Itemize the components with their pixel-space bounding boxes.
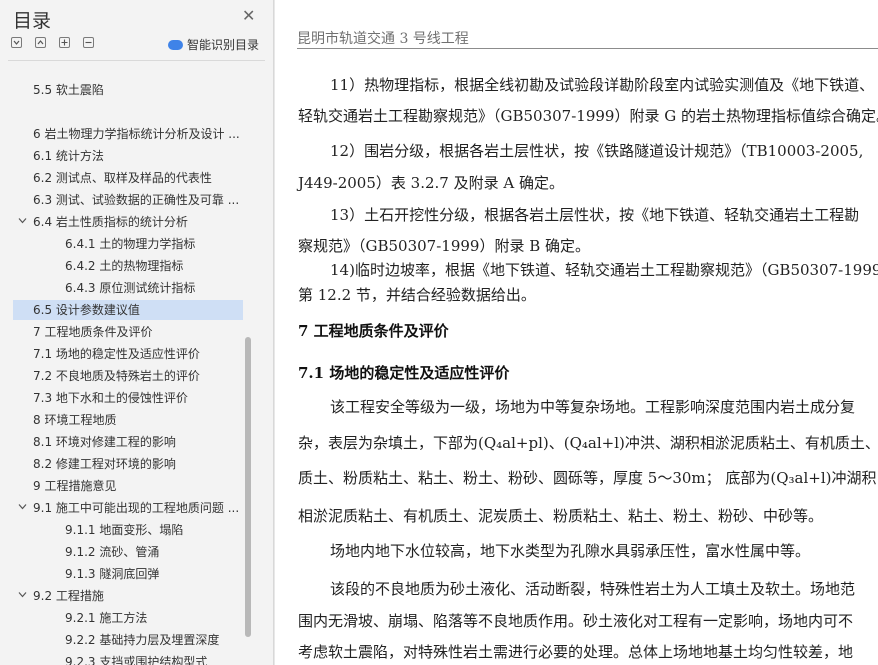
- text-line: 14)临时边坡率，根据《地下铁道、轻轨交通岩土工程勘察规范》（GB50307-1…: [330, 261, 878, 279]
- toc-item-label: 9.1.3 隧洞底回弹: [65, 567, 160, 581]
- subsection-heading: 7.1 场地的稳定性及适应性评价: [298, 364, 510, 382]
- toc-item-label: 9.1.1 地面变形、塌陷: [65, 523, 184, 537]
- page-header: 昆明市轨道交通 3 号线工程: [297, 31, 469, 47]
- toc-item-label: 8 环境工程地质: [33, 413, 117, 427]
- toc-item[interactable]: 9.1.3 隧洞底回弹: [65, 564, 243, 584]
- toc-item[interactable]: 9 工程措施意见: [33, 476, 243, 496]
- chevron-down-icon[interactable]: [18, 502, 27, 514]
- toc-item[interactable]: 9.2 工程措施: [33, 586, 243, 606]
- text-line: 场地内地下水位较高，地下水类型为孔隙水具弱承压性，富水性属中等。: [330, 542, 811, 560]
- text-line: 相淤泥质粘土、有机质土、泥炭质土、粉质粘土、粘土、粉土、粉砂、中砂等。: [298, 507, 824, 525]
- toc-item[interactable]: 7.2 不良地质及特殊岩土的评价: [33, 366, 243, 386]
- toc-item-label: 8.2 修建工程对环境的影响: [33, 457, 176, 471]
- toc-item-label: 9.2.1 施工方法: [65, 611, 148, 625]
- smart-label: 智能识别目录: [187, 38, 260, 52]
- text-line: 13）土石开挖性分级，根据各岩土层性状，按《地下铁道、轻轨交通岩土工程勘: [330, 206, 860, 224]
- toc-item[interactable]: 8.1 环境对修建工程的影响: [33, 432, 243, 452]
- toc-item-label: 6.4.1 土的物理力学指标: [65, 237, 196, 251]
- toc-item-label: 6.1 统计方法: [33, 149, 104, 163]
- toc-item[interactable]: 6.4.2 土的热物理指标: [65, 256, 243, 276]
- expand-all-icon[interactable]: [11, 37, 22, 48]
- text-line: 围内无滑坡、崩塌、陷落等不良地质作用。砂土液化对工程有一定影响，场地内可不: [298, 612, 854, 630]
- toc-item[interactable]: 6 岩土物理力学指标统计分析及设计 ...: [33, 124, 243, 144]
- chevron-down-icon[interactable]: [18, 590, 27, 602]
- toc-item[interactable]: 6.4.1 土的物理力学指标: [65, 234, 243, 254]
- text-line: 该段的不良地质为砂土液化、活动断裂，特殊性岩土为人工填土及软土。场地范: [330, 580, 856, 598]
- toc-item-label: 6.3 测试、试验数据的正确性及可靠 ...: [33, 193, 240, 207]
- toc-item-label: 6.4.2 土的热物理指标: [65, 259, 184, 273]
- toc-item-label: 6.4 岩土性质指标的统计分析: [33, 215, 188, 229]
- toc-item[interactable]: 7 工程地质条件及评价: [33, 322, 243, 342]
- text-line: J449-2005）表 3.2.7 及附录 A 确定。: [298, 174, 564, 192]
- toc-item[interactable]: 9.1.1 地面变形、塌陷: [65, 520, 243, 540]
- toc-scrollbar[interactable]: [245, 337, 251, 637]
- smart-recognize-button[interactable]: 智能识别目录: [168, 36, 259, 53]
- toc-item[interactable]: 6.2 测试点、取样及样品的代表性: [33, 168, 243, 188]
- collapse-all-icon[interactable]: [35, 37, 46, 48]
- toc-item[interactable]: 9.2.1 施工方法: [65, 608, 243, 628]
- text-line: 轻轨交通岩土工程勘察规范》（GB50307-1999）附录 G 的岩土热物理指标…: [298, 107, 878, 125]
- toc-item[interactable]: 7.3 地下水和土的侵蚀性评价: [33, 388, 243, 408]
- section-heading: 7 工程地质条件及评价: [298, 322, 449, 340]
- text-line: 质土、粉质粘土、粘土、粉土、粉砂、圆砾等，厚度 5～30m； 底部为(Q₃al+…: [298, 469, 877, 487]
- toc-item-label: 7 工程地质条件及评价: [33, 325, 153, 339]
- toc-item-label: 9.2.2 基础持力层及埋置深度: [65, 633, 220, 647]
- text-line: 该工程安全等级为一级，场地为中等复杂场地。工程影响深度范围内岩土成分复: [330, 398, 856, 416]
- document-page: 昆明市轨道交通 3 号线工程 11）热物理指标，根据全线初勘及试验段详勘阶段室内…: [275, 0, 878, 665]
- toc-item[interactable]: 9.2.3 支挡或围护结构型式: [65, 652, 243, 665]
- toc-item-label: 8.1 环境对修建工程的影响: [33, 435, 176, 449]
- toc-item-label: 9.1.2 流砂、管涌: [65, 545, 160, 559]
- header-rule: [297, 48, 878, 49]
- remove-entry-icon[interactable]: [83, 37, 94, 48]
- toc-item-label: 9 工程措施意见: [33, 479, 117, 493]
- toc-item[interactable]: 6.5 设计参数建议值: [13, 300, 243, 320]
- toc-item-label: 7.1 场地的稳定性及适应性评价: [33, 347, 200, 361]
- cloud-icon: [168, 40, 183, 50]
- text-line: 考虑软土震陷，对特殊性岩土需进行必要的处理。总体上场地地基土均匀性较差，地: [298, 643, 854, 661]
- toc-item[interactable]: 9.1 施工中可能出现的工程地质问题 ...: [33, 498, 243, 518]
- text-line: 11）热物理指标，根据全线初勘及试验段详勘阶段室内试验实测值及《地下铁道、: [330, 76, 875, 94]
- toc-item[interactable]: 5.5 软土震陷: [33, 80, 243, 100]
- toc-item-label: 6.4.3 原位测试统计指标: [65, 281, 196, 295]
- toc-item[interactable]: 9.1.2 流砂、管涌: [65, 542, 243, 562]
- toc-item-label: 6 岩土物理力学指标统计分析及设计 ...: [33, 127, 240, 141]
- toc-item[interactable]: 9.2.2 基础持力层及埋置深度: [65, 630, 243, 650]
- toc-item[interactable]: 8.2 修建工程对环境的影响: [33, 454, 243, 474]
- toc-item[interactable]: 6.4.3 原位测试统计指标: [65, 278, 243, 298]
- toc-item-label: 9.1 施工中可能出现的工程地质问题 ...: [33, 501, 240, 515]
- add-entry-icon[interactable]: [59, 37, 70, 48]
- toc-item-label: 6.2 测试点、取样及样品的代表性: [33, 171, 212, 185]
- toc-item-label: 7.2 不良地质及特殊岩土的评价: [33, 369, 200, 383]
- text-line: 第 12.2 节，并结合经验数据给出。: [298, 286, 536, 304]
- toc-item[interactable]: 6.4 岩土性质指标的统计分析: [33, 212, 243, 232]
- text-line: 察规范》（GB50307-1999）附录 B 确定。: [298, 237, 591, 255]
- toc-item-label: 7.3 地下水和土的侵蚀性评价: [33, 391, 188, 405]
- toc-item-label: 9.2.3 支挡或围护结构型式: [65, 655, 208, 665]
- toc-item[interactable]: 6.1 统计方法: [33, 146, 243, 166]
- toc-item[interactable]: 7.1 场地的稳定性及适应性评价: [33, 344, 243, 364]
- toc-list: 5.5 软土震陷 6 岩土物理力学指标统计分析及设计 ... 6.1 统计方法 6.2…: [0, 61, 262, 665]
- text-line: 12）围岩分级，根据各岩土层性状，按《铁路隧道设计规范》（TB10003-200…: [330, 142, 864, 160]
- toc-item-label: 5.5 软土震陷: [33, 83, 104, 97]
- sidebar-title: 目录: [13, 10, 52, 32]
- toc-sidebar: 目录 ✕ 智能识别目录 5.5 软土震陷 6 岩土物理力学指标统计分析及设计 ..…: [0, 0, 274, 665]
- close-icon[interactable]: ✕: [242, 6, 255, 25]
- text-line: 杂，表层为杂填土，下部为(Q₄al+pl)、(Q₄al+l)冲洪、湖积相淤泥质粘…: [298, 434, 878, 452]
- toc-item-label: 9.2 工程措施: [33, 589, 104, 603]
- toc-item[interactable]: 8 环境工程地质: [33, 410, 243, 430]
- chevron-down-icon[interactable]: [18, 216, 27, 228]
- toc-item[interactable]: 6.3 测试、试验数据的正确性及可靠 ...: [33, 190, 243, 210]
- toc-item-label: 6.5 设计参数建议值: [33, 303, 140, 317]
